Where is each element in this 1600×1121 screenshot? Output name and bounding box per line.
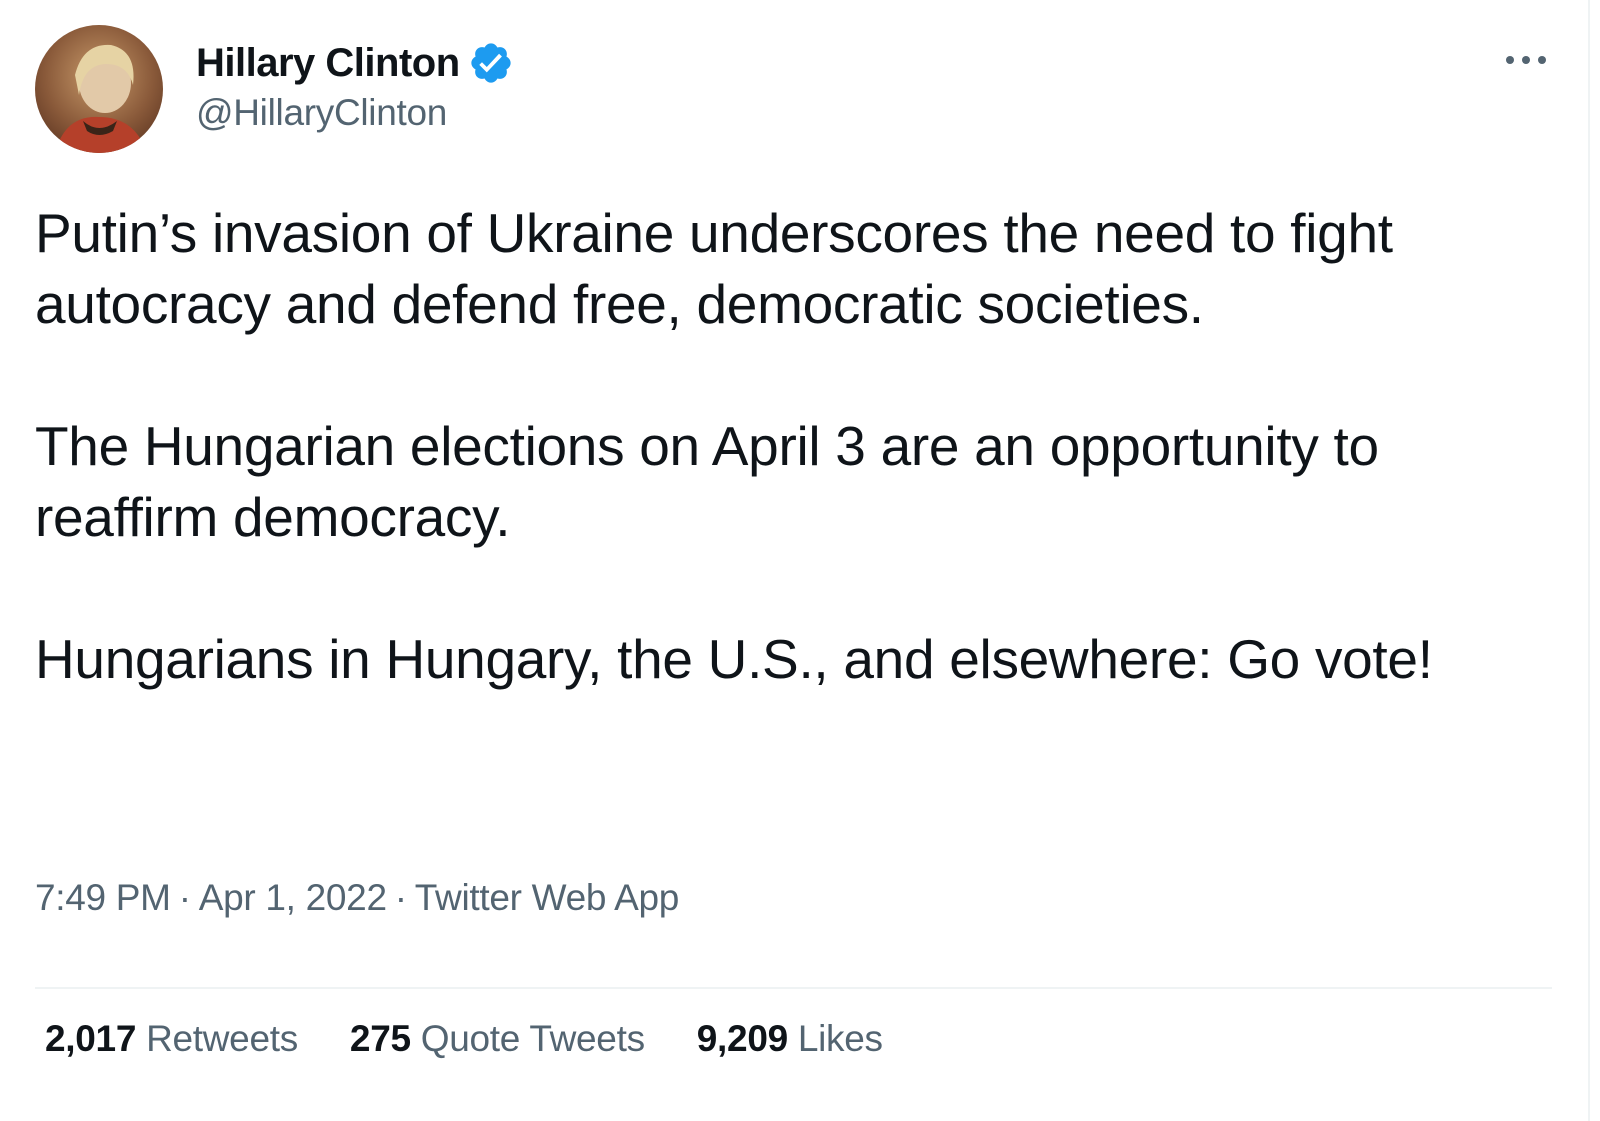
separator: · bbox=[394, 877, 407, 918]
likes-label: Likes bbox=[797, 1018, 883, 1059]
tweet-source[interactable]: Twitter Web App bbox=[415, 877, 680, 918]
quote-tweets-count: 275 bbox=[349, 1018, 411, 1059]
card-border bbox=[1588, 0, 1590, 1121]
tweet-text: Putin’s invasion of Ukraine underscores … bbox=[35, 198, 1555, 695]
tweet-date[interactable]: Apr 1, 2022 bbox=[199, 877, 387, 918]
separator: · bbox=[178, 877, 191, 918]
likes-count: 9,209 bbox=[696, 1018, 788, 1059]
more-options-icon bbox=[1506, 56, 1546, 64]
quote-tweets-stat[interactable]: 275 Quote Tweets bbox=[350, 1018, 645, 1060]
author-name-row[interactable]: Hillary Clinton bbox=[196, 38, 514, 88]
tweet-paragraph: Hungarians in Hungary, the U.S., and els… bbox=[35, 628, 1433, 690]
author-handle[interactable]: @HillaryClinton bbox=[196, 92, 447, 134]
tweet-meta: 7:49 PM · Apr 1, 2022 · Twitter Web App bbox=[35, 877, 679, 919]
retweets-count: 2,017 bbox=[45, 1018, 137, 1059]
tweet-paragraph: Putin’s invasion of Ukraine underscores … bbox=[35, 202, 1393, 335]
tweet-card: Hillary Clinton @HillaryClinton Putin’s … bbox=[0, 0, 1600, 1121]
divider bbox=[35, 987, 1552, 989]
verified-badge-icon bbox=[468, 40, 514, 86]
likes-stat[interactable]: 9,209 Likes bbox=[697, 1018, 883, 1060]
more-options-button[interactable] bbox=[1496, 42, 1556, 78]
avatar[interactable] bbox=[35, 25, 163, 153]
quote-tweets-label: Quote Tweets bbox=[420, 1018, 645, 1059]
author-name[interactable]: Hillary Clinton bbox=[196, 41, 460, 86]
retweets-label: Retweets bbox=[146, 1018, 298, 1059]
tweet-stats: 2,017 Retweets 275 Quote Tweets 9,209 Li… bbox=[45, 1018, 935, 1060]
tweet-paragraph: The Hungarian elections on April 3 are a… bbox=[35, 415, 1379, 548]
retweets-stat[interactable]: 2,017 Retweets bbox=[45, 1018, 298, 1060]
tweet-time[interactable]: 7:49 PM bbox=[35, 877, 171, 918]
